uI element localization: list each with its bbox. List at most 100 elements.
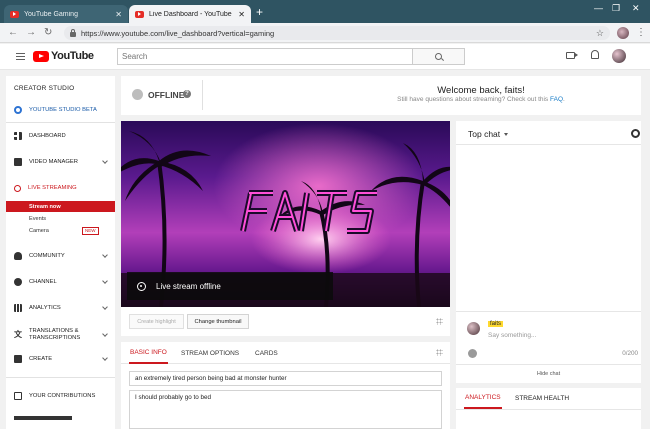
emoji-icon[interactable] [468, 349, 477, 358]
creator-studio-sidebar: CREATOR STUDIO YOUTUBE STUDIO BETA DASHB… [6, 76, 115, 429]
search-input[interactable] [117, 48, 413, 65]
live-signal-icon [14, 184, 21, 192]
sidebar-item-translations[interactable]: 文 TRANSLATIONS & TRANSCRIPTIONS [6, 325, 115, 345]
browser-profile-icon[interactable] [617, 27, 629, 39]
address-bar-row: ← → ↻ https://www.youtube.com/live_dashb… [0, 23, 650, 43]
sidebar-item-label: YOUR CONTRIBUTIONS [29, 393, 96, 399]
divider [6, 377, 115, 378]
live-chat-panel: Top chat faits Say something... 0/200 Hi… [456, 121, 641, 383]
sidebar-item-label: VIDEO MANAGER [29, 159, 78, 165]
analytics-icon [14, 304, 22, 312]
maximize-icon[interactable]: ❐ [612, 3, 620, 14]
translations-line-2: TRANSCRIPTIONS [29, 335, 81, 341]
chevron-down-icon [102, 355, 108, 361]
browser-tab-youtube-gaming[interactable]: YouTube Gaming ✕ [4, 5, 128, 23]
sidebar-item-label: CREATE [29, 356, 53, 362]
change-thumbnail-button[interactable]: Change thumbnail [187, 314, 249, 329]
sidebar-subitem-camera[interactable]: Camera NEW [6, 225, 115, 236]
dropdown-caret-icon[interactable] [504, 133, 508, 136]
minimize-icon[interactable]: — [594, 3, 603, 13]
sidebar-item-create[interactable]: CREATE [6, 352, 115, 366]
new-tab-button[interactable]: + [256, 6, 263, 18]
preview-actions: Create highlight Change thumbnail [121, 307, 450, 336]
sidebar-item-contributions[interactable]: YOUR CONTRIBUTIONS [6, 389, 115, 403]
url-text: https://www.youtube.com/live_dashboard?v… [81, 28, 275, 38]
tab-cards[interactable]: CARDS [255, 342, 278, 364]
help-icon[interactable]: ? [183, 90, 191, 98]
notifications-bell-icon[interactable] [591, 50, 599, 59]
sidebar-item-video-manager[interactable]: VIDEO MANAGER [6, 155, 115, 169]
youtube-favicon-icon [10, 10, 19, 18]
welcome-subtext-prefix: Still have questions about streaming? Ch… [397, 96, 550, 103]
hide-chat-button[interactable]: Hide chat [456, 364, 641, 383]
chevron-down-icon [102, 331, 108, 337]
tab-basic-info[interactable]: BASIC INFO [129, 342, 168, 364]
chat-mode-dropdown[interactable]: Top chat [468, 129, 500, 139]
sidebar-item-studio-beta[interactable]: YOUTUBE STUDIO BETA [6, 103, 115, 117]
stream-description-input[interactable]: I should probably go to bed [129, 390, 442, 429]
sidebar-subitem-events[interactable]: Events [6, 213, 115, 224]
drag-handle-icon[interactable] [436, 318, 443, 325]
sidebar-item-dashboard[interactable]: DASHBOARD [6, 129, 115, 143]
reload-icon[interactable]: ↻ [44, 27, 52, 38]
stream-title-input[interactable]: an extremely tired person being bad at m… [129, 371, 442, 386]
new-badge: NEW [82, 227, 99, 235]
stream-status-card: OFFLINE ? Welcome back, faits! Still hav… [121, 76, 641, 115]
sidebar-item-label: COMMUNITY [29, 253, 65, 259]
search-button[interactable] [413, 48, 465, 65]
info-tabs: BASIC INFO STREAM OPTIONS CARDS [121, 342, 450, 364]
youtube-header: YouTube [0, 44, 650, 70]
bookmark-star-icon[interactable]: ☆ [596, 28, 604, 39]
divider [456, 409, 641, 410]
drag-handle-icon[interactable] [436, 349, 443, 356]
chat-message-input[interactable]: Say something... [488, 332, 536, 339]
menu-icon[interactable] [16, 53, 25, 60]
back-icon[interactable]: ← [8, 27, 18, 38]
live-stream-offline-banner: Live stream offline [127, 272, 333, 300]
tab-stream-options[interactable]: STREAM OPTIONS [181, 342, 239, 364]
close-tab-icon[interactable]: ✕ [115, 10, 122, 19]
offline-indicator-icon [132, 89, 143, 100]
sidebar-item-label: DASHBOARD [29, 133, 66, 139]
sidebar-subitem-stream-now[interactable]: Stream now [6, 201, 115, 212]
upload-video-icon[interactable] [566, 52, 578, 59]
welcome-message: Welcome back, faits! [437, 85, 525, 96]
offline-banner-text: Live stream offline [156, 281, 221, 291]
create-highlight-button[interactable]: Create highlight [129, 314, 184, 329]
tab-stream-health[interactable]: STREAM HEALTH [515, 388, 569, 409]
search-icon [435, 53, 442, 60]
window-close-icon[interactable]: ✕ [632, 3, 640, 14]
sidebar-item-channel[interactable]: CHANNEL [6, 275, 115, 289]
divider [202, 80, 203, 110]
browser-menu-icon[interactable]: ⋮ [636, 27, 646, 38]
sidebar-item-community[interactable]: COMMUNITY [6, 249, 115, 263]
contributions-icon [14, 392, 22, 400]
dashboard-icon [14, 132, 22, 140]
chevron-down-icon [102, 278, 108, 284]
sidebar-item-live-streaming[interactable]: LIVE STREAMING [6, 181, 115, 195]
sidebar-item-label: CHANNEL [29, 279, 57, 285]
close-tab-icon[interactable]: ✕ [238, 10, 245, 19]
sidebar-item-label: Camera [29, 227, 49, 234]
stream-status-text: OFFLINE [148, 90, 185, 100]
browser-tab-live-dashboard[interactable]: Live Dashboard - YouTube ✕ [129, 5, 251, 23]
account-avatar[interactable] [612, 49, 626, 63]
gear-icon [14, 106, 22, 114]
sidebar-item-label: TRANSLATIONS & TRANSCRIPTIONS [29, 328, 80, 342]
url-bar[interactable]: https://www.youtube.com/live_dashboard?v… [64, 26, 610, 40]
translations-line-1: TRANSLATIONS & [29, 328, 79, 334]
tab-title: Live Dashboard - YouTube [149, 10, 232, 18]
gear-icon[interactable] [631, 129, 640, 138]
chevron-down-icon [102, 158, 108, 164]
logo-text: YouTube [51, 50, 94, 62]
welcome-subtext: Still have questions about streaming? Ch… [331, 96, 631, 103]
video-manager-icon [14, 158, 22, 166]
sidebar-title: CREATOR STUDIO [14, 85, 75, 92]
sidebar-item-analytics[interactable]: ANALYTICS [6, 301, 115, 315]
faq-link[interactable]: FAQ [550, 96, 563, 103]
forward-icon[interactable]: → [26, 27, 36, 38]
youtube-logo[interactable]: YouTube [33, 50, 94, 62]
community-icon [14, 252, 22, 260]
tab-analytics[interactable]: ANALYTICS [464, 388, 502, 409]
chevron-down-icon [102, 304, 108, 310]
